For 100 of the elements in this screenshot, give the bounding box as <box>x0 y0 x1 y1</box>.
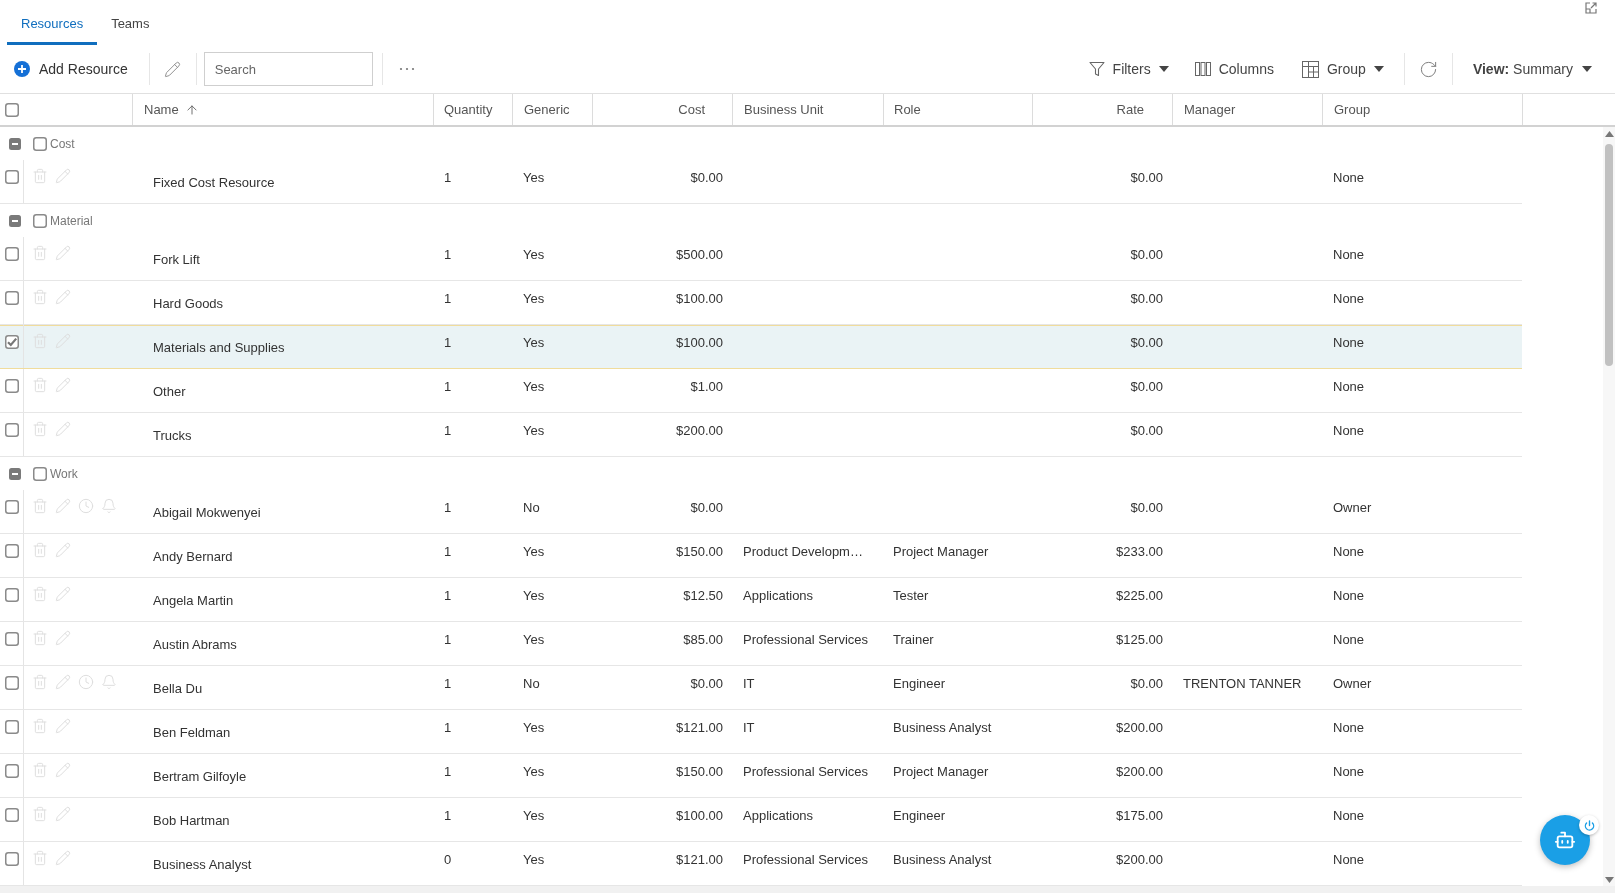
table-cell: Yes <box>523 247 545 263</box>
table-cell: 1 <box>444 335 452 351</box>
checkbox[interactable] <box>5 808 19 822</box>
column-header[interactable]: Role <box>883 94 1032 125</box>
view-button[interactable]: View: Summary <box>1466 53 1598 85</box>
trash-icon[interactable] <box>32 289 48 305</box>
trash-icon[interactable] <box>32 542 48 558</box>
table-row[interactable]: Abigail Mokwenyei 1 No $0.00 $0.00 Owner <box>0 490 1522 534</box>
bell-icon[interactable] <box>101 498 117 514</box>
tab[interactable]: Teams <box>97 3 164 45</box>
trash-icon[interactable] <box>32 245 48 261</box>
table-cell: None <box>1333 170 1365 186</box>
trash-icon[interactable] <box>32 630 48 646</box>
down-arrow-icon[interactable] <box>1604 877 1614 883</box>
table-cell: No <box>523 676 540 692</box>
vertical-scrollbar[interactable] <box>1603 127 1615 886</box>
trash-icon[interactable] <box>32 806 48 822</box>
checkbox[interactable] <box>33 466 47 481</box>
ellipsis-icon[interactable] <box>398 67 415 71</box>
column-header[interactable]: Business Unit <box>732 94 883 125</box>
checkbox[interactable] <box>5 379 19 393</box>
table-icon <box>1301 60 1319 78</box>
table-row[interactable]: Fixed Cost Resource 1 Yes $0.00 $0.00 None <box>0 160 1522 204</box>
table-cell: $0.00 <box>1130 335 1163 351</box>
table-row[interactable]: Bob Hartman 1 Yes $100.00 Applications Engineer $175.00 None <box>0 798 1522 842</box>
chatbot-button[interactable] <box>1540 815 1590 865</box>
checkbox[interactable] <box>5 720 19 734</box>
clock-icon[interactable] <box>78 674 94 690</box>
tab[interactable]: Resources <box>7 3 98 45</box>
column-header[interactable]: Name <box>132 94 433 125</box>
column-header[interactable]: Manager <box>1172 94 1322 125</box>
table-cell: $225.00 <box>1116 588 1163 604</box>
trash-icon[interactable] <box>32 421 48 437</box>
checkbox[interactable] <box>5 291 19 305</box>
table-cell: $100.00 <box>676 335 723 351</box>
table-cell: Angela Martin <box>153 593 234 609</box>
refresh-icon[interactable] <box>1418 59 1438 79</box>
bell-icon[interactable] <box>101 674 117 690</box>
table-cell: $0.00 <box>1130 379 1163 395</box>
table-cell: Yes <box>523 291 545 307</box>
power-icon[interactable] <box>1579 815 1599 835</box>
columns-button[interactable]: Columns <box>1188 53 1280 85</box>
table-cell: None <box>1333 632 1365 648</box>
trash-icon[interactable] <box>32 586 48 602</box>
checkbox[interactable] <box>5 102 19 117</box>
search-field[interactable]: Search <box>203 52 373 86</box>
column-header[interactable]: Rate <box>1032 94 1172 125</box>
minus-box-icon[interactable] <box>9 137 21 150</box>
expand-icon[interactable] <box>1585 2 1597 14</box>
column-header[interactable]: Group <box>1322 94 1522 125</box>
checkbox[interactable] <box>5 423 19 437</box>
minus-box-icon[interactable] <box>9 214 21 227</box>
clock-icon[interactable] <box>78 498 94 514</box>
table-row[interactable]: Andy Bernard 1 Yes $150.00 Product Developm… Project Manager $233.00 None <box>0 534 1522 578</box>
up-arrow-icon[interactable] <box>1604 131 1614 137</box>
checkbox[interactable] <box>5 500 19 514</box>
table-row[interactable]: Austin Abrams 1 Yes $85.00 Professional Services Trainer $125.00 None <box>0 622 1522 666</box>
table-row[interactable]: Materials and Supplies 1 Yes $100.00 $0.00 None <box>0 325 1522 369</box>
checkbox[interactable] <box>5 676 19 690</box>
table-row[interactable]: Ben Feldman 1 Yes $121.00 IT Business Analyst $200.00 None <box>0 710 1522 754</box>
column-header[interactable]: Quantity <box>433 94 512 125</box>
checkbox[interactable] <box>5 335 19 349</box>
pencil-icon[interactable] <box>163 60 181 78</box>
minus-box-icon[interactable] <box>9 467 21 480</box>
scrollbar-thumb[interactable] <box>1605 144 1613 366</box>
checkbox[interactable] <box>5 247 19 261</box>
table-row[interactable]: Fork Lift 1 Yes $500.00 $0.00 None <box>0 237 1522 281</box>
table-row[interactable]: Angela Martin 1 Yes $12.50 Applications Tester $225.00 None <box>0 578 1522 622</box>
checkbox[interactable] <box>5 632 19 646</box>
horizontal-scrollbar[interactable] <box>0 886 1615 893</box>
group-button[interactable]: Group <box>1295 53 1390 85</box>
column-header[interactable]: Generic <box>512 94 592 125</box>
checkbox[interactable] <box>5 544 19 558</box>
sort-up-icon <box>184 102 199 117</box>
filters-button[interactable]: Filters <box>1082 53 1175 85</box>
checkbox[interactable] <box>33 213 47 228</box>
trash-icon[interactable] <box>32 762 48 778</box>
table-cell: Yes <box>523 423 545 439</box>
trash-icon[interactable] <box>32 718 48 734</box>
checkbox[interactable] <box>5 170 19 184</box>
trash-icon[interactable] <box>32 674 48 690</box>
checkbox[interactable] <box>5 852 19 866</box>
table-row[interactable]: Trucks 1 Yes $200.00 $0.00 None <box>0 413 1522 457</box>
table-row[interactable]: Other 1 Yes $1.00 $0.00 None <box>0 369 1522 413</box>
table-cell: Applications <box>743 588 814 604</box>
trash-icon[interactable] <box>32 498 48 514</box>
trash-icon[interactable] <box>32 850 48 866</box>
table-cell: None <box>1333 335 1365 351</box>
checkbox[interactable] <box>33 136 47 151</box>
table-row[interactable]: Bella Du 1 No $0.00 IT Engineer $0.00 TRENTON TANNER Owner <box>0 666 1522 710</box>
table-cell: $0.00 <box>690 676 723 692</box>
table-cell: Yes <box>523 720 545 736</box>
trash-icon[interactable] <box>32 168 48 184</box>
table-cell: None <box>1333 247 1365 263</box>
checkbox[interactable] <box>5 764 19 778</box>
checkbox[interactable] <box>5 588 19 602</box>
table-row[interactable]: Bertram Gilfoyle 1 Yes $150.00 Professional Services Project Manager $200.00 None <box>0 754 1522 798</box>
column-header[interactable]: Cost <box>592 94 732 125</box>
trash-icon[interactable] <box>32 377 48 393</box>
add-resource-button[interactable]: Add Resource <box>4 53 138 85</box>
